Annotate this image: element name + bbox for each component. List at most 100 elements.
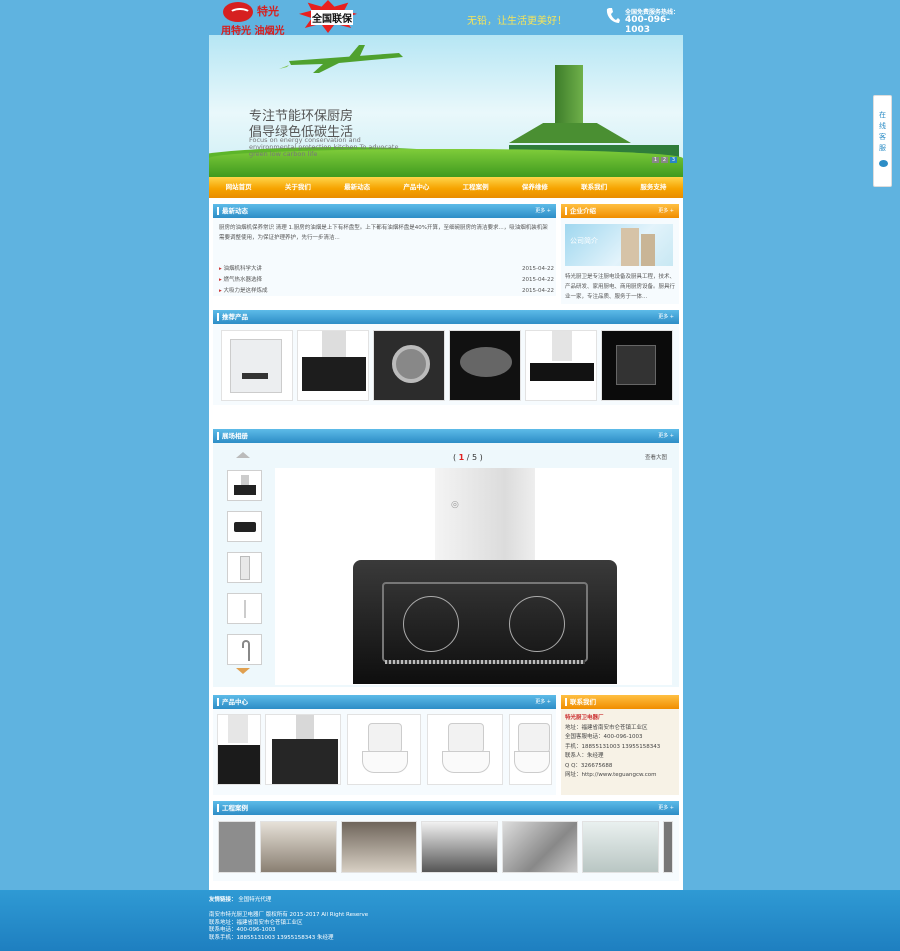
contact-person: 联系人：朱经理	[565, 753, 604, 759]
logo-brand-text: 特光	[257, 5, 279, 18]
news-intro[interactable]: 厨房的油烟机保养常识 清理 1.厨房的油烟是上下有杯盘型。上下都有油烟杯盘是40…	[219, 223, 549, 243]
news-section: 最新动态 更多 + 厨房的油烟机保养常识 清理 1.厨房的油烟是上下有杯盘型。上…	[213, 204, 556, 296]
toilet-bowl-shape	[362, 751, 408, 773]
site-header: 特光 用特光 油烟光 全国联保 无铅，让生活更美好！ 全国免费服务热线： 400…	[209, 0, 683, 37]
about-image-caption: 公司简介	[570, 237, 598, 245]
case-thumb[interactable]	[421, 821, 498, 873]
product-thumb[interactable]	[427, 714, 503, 785]
cases-section: 工程案例 更多 +	[213, 801, 679, 881]
recommend-section: 推荐产品 更多 +	[213, 310, 679, 405]
news-item[interactable]: 燃气热水器选择 2015-04-22	[219, 275, 554, 286]
pager-total: 5	[472, 453, 478, 462]
banner-pagination: 1 2 3	[652, 157, 677, 163]
gallery-main-image[interactable]: ◎	[275, 468, 672, 685]
news-item[interactable]: 油烟机科学大讲 2015-04-22	[219, 264, 554, 275]
fan-motor-shape	[392, 345, 430, 383]
recommend-product-thumb[interactable]	[221, 330, 293, 401]
warranty-badge: 全国联保	[311, 10, 353, 25]
recommend-product-thumb[interactable]	[297, 330, 369, 401]
gallery-thumb[interactable]	[227, 552, 262, 583]
case-thumb[interactable]	[663, 821, 673, 873]
view-large-link[interactable]: 查看大图	[645, 453, 667, 461]
chat-bubble-icon	[879, 160, 888, 167]
gallery-more-link[interactable]: 更多 +	[658, 429, 674, 443]
brand-logo[interactable]: 特光 用特光 油烟光	[221, 1, 297, 37]
product-center-section: 产品中心 更多 +	[213, 695, 556, 795]
product-center-more-link[interactable]: 更多 +	[535, 695, 551, 709]
contact-mobile: 手机：18855131003 13955158343	[565, 743, 661, 750]
recommend-header: 推荐产品 更多 +	[213, 310, 679, 324]
product-thumb[interactable]	[217, 714, 261, 785]
friend-link-item[interactable]: 全国特光代理	[238, 897, 271, 903]
scroll-up-arrow-icon[interactable]	[236, 452, 250, 458]
cases-header: 工程案例 更多 +	[213, 801, 679, 815]
nav-home[interactable]: 网站首页	[209, 177, 268, 198]
about-more-link[interactable]: 更多 +	[658, 204, 674, 218]
friend-links-label: 友情链接：	[209, 897, 237, 903]
fan-right-icon	[509, 596, 565, 652]
recommend-more-link[interactable]: 更多 +	[658, 310, 674, 324]
nav-about[interactable]: 关于我们	[268, 177, 327, 198]
service-char: 线	[879, 122, 886, 130]
fan-left-icon	[403, 596, 459, 652]
banner-dot-1[interactable]: 1	[652, 157, 659, 163]
nav-support[interactable]: 服务支持	[624, 177, 683, 198]
header-tagline: 无铅，让生活更美好！	[467, 16, 567, 27]
online-service-widget[interactable]: 在 线 客 服	[873, 95, 892, 187]
hood-chimney-shape	[241, 475, 249, 485]
product-thumb[interactable]	[265, 714, 341, 785]
gallery-thumb[interactable]	[227, 593, 262, 624]
case-thumb[interactable]	[341, 821, 417, 873]
product-thumb[interactable]	[509, 714, 552, 785]
scroll-down-arrow-icon[interactable]	[236, 668, 250, 674]
hotline-number: 400-096-1003	[625, 15, 671, 35]
product-center-title: 产品中心	[222, 698, 248, 706]
case-thumb[interactable]	[582, 821, 659, 873]
recommend-title: 推荐产品	[222, 313, 248, 321]
main-content: 最新动态 更多 + 厨房的油烟机保养常识 清理 1.厨房的油烟是上下有杯盘型。上…	[209, 198, 683, 890]
contact-header: 联系我们	[561, 695, 679, 709]
hood-part-shape	[460, 347, 512, 377]
phone-icon	[606, 8, 620, 23]
heater-display-shape	[242, 373, 268, 379]
nav-maintenance[interactable]: 保养维修	[505, 177, 564, 198]
recommend-product-thumb[interactable]	[449, 330, 521, 401]
nav-cases[interactable]: 工程案例	[446, 177, 505, 198]
product-thumb[interactable]	[347, 714, 421, 785]
hero-banner[interactable]: 专注节能环保厨房 倡导绿色低碳生活 Focus on energy conser…	[209, 35, 683, 177]
toilet-bowl-shape	[442, 751, 490, 773]
nav-contact[interactable]: 联系我们	[565, 177, 624, 198]
about-image[interactable]: 公司简介	[565, 224, 673, 266]
news-header: 最新动态 更多 +	[213, 204, 556, 218]
case-thumb[interactable]	[218, 821, 256, 873]
gallery-header: 展场相册 更多 +	[213, 429, 679, 443]
hood-logo-icon: ◎	[451, 500, 459, 510]
recommend-product-thumb[interactable]	[525, 330, 597, 401]
hood-chimney-shape	[552, 331, 572, 361]
gallery-pager: ( 1 / 5 )	[453, 453, 483, 462]
case-thumb[interactable]	[260, 821, 337, 873]
service-char: 客	[879, 133, 886, 141]
nav-news[interactable]: 最新动态	[328, 177, 387, 198]
contact-hotline: 全国客服电话：400-096-1003	[565, 734, 643, 740]
banner-dot-3[interactable]: 3	[670, 157, 677, 163]
nav-products[interactable]: 产品中心	[387, 177, 446, 198]
hood-chimney-shape	[228, 715, 248, 743]
hood-chimney-shape	[322, 331, 346, 357]
news-item[interactable]: 大吸力是这样炼成 2015-04-22	[219, 286, 554, 297]
case-thumb[interactable]	[502, 821, 578, 873]
banner-dot-2[interactable]: 2	[661, 157, 668, 163]
toilet-tank-shape	[448, 723, 484, 753]
hood-panel-shape	[272, 739, 338, 784]
gallery-thumb[interactable]	[227, 634, 262, 665]
recommend-product-thumb[interactable]	[373, 330, 445, 401]
gallery-thumb[interactable]	[227, 470, 262, 501]
airplane-icon	[279, 45, 403, 73]
cases-more-link[interactable]: 更多 +	[658, 801, 674, 815]
contact-website[interactable]: 网址：http://www.teguangcw.com	[565, 771, 679, 781]
news-more-link[interactable]: 更多 +	[535, 204, 551, 218]
friend-links: 友情链接： 全国特光代理	[209, 895, 271, 903]
gallery-thumb[interactable]	[227, 511, 262, 542]
green-hood-canopy	[509, 123, 631, 143]
recommend-product-thumb[interactable]	[601, 330, 673, 401]
